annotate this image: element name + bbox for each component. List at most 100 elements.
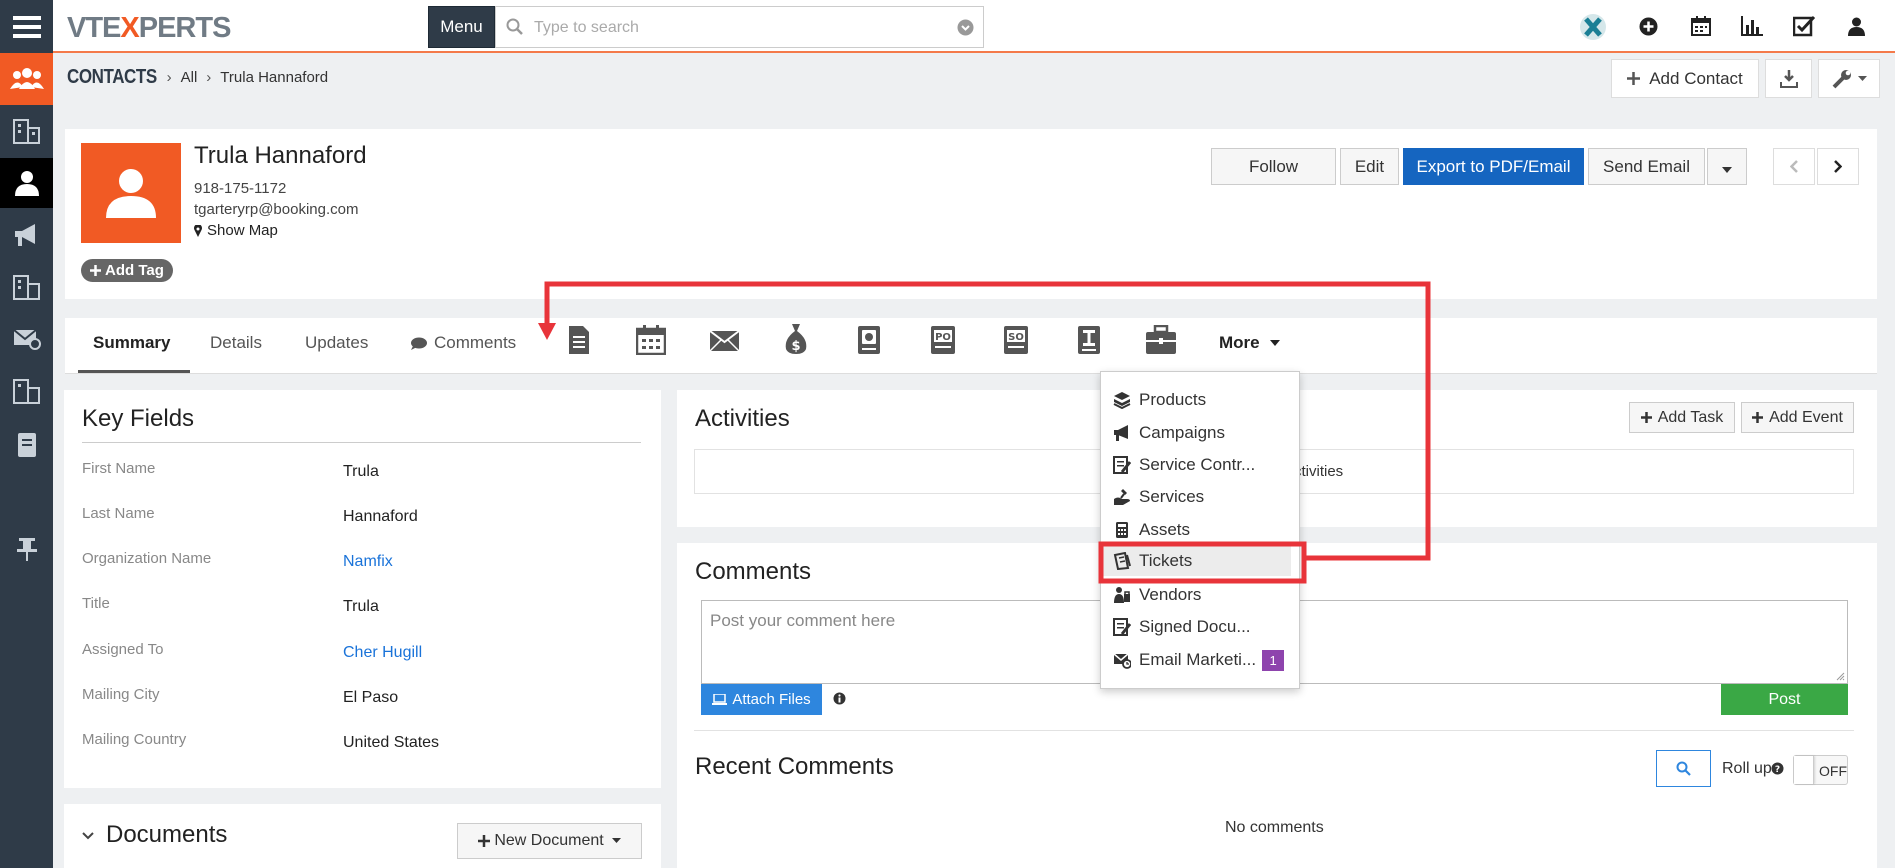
signed-documents-icon	[1113, 618, 1131, 636]
edit-button[interactable]: Edit	[1340, 148, 1399, 185]
tab-more[interactable]: More	[1219, 333, 1280, 353]
svg-text:$: $	[791, 339, 800, 354]
more-item-service-contracts[interactable]: Service Contr...	[1110, 450, 1294, 480]
search-comments-button[interactable]	[1656, 750, 1711, 787]
field-value-assigned-to-link[interactable]: Cher Hugill	[343, 644, 422, 662]
address-book-icon[interactable]	[0, 420, 53, 470]
search-placeholder: Type to search	[534, 19, 639, 36]
calendar-icon[interactable]	[1691, 16, 1711, 36]
projects-briefcase-icon[interactable]	[1145, 325, 1177, 355]
field-value-organization-link[interactable]: Namfix	[343, 553, 393, 571]
reports-chart-icon[interactable]	[1741, 16, 1763, 36]
more-item-assets[interactable]: Assets	[1110, 515, 1294, 545]
show-map-link[interactable]: Show Map	[194, 222, 278, 239]
contacts-icon[interactable]	[0, 158, 53, 208]
more-item-label: Assets	[1139, 520, 1191, 539]
field-label-mailing-country: Mailing Country	[82, 731, 187, 748]
vtexperts-x-icon[interactable]	[1578, 13, 1608, 41]
roll-up-toggle[interactable]: OFF	[1793, 755, 1848, 785]
quotes-tab-icon[interactable]	[857, 325, 881, 355]
add-contact-button[interactable]: Add Contact	[1611, 59, 1759, 98]
more-item-tickets[interactable]: Tickets	[1103, 546, 1291, 576]
more-item-campaigns[interactable]: Campaigns	[1110, 418, 1294, 448]
resize-handle-icon[interactable]	[1836, 672, 1845, 681]
caret-down-icon	[1269, 340, 1280, 346]
user-profile-icon[interactable]	[1848, 17, 1865, 36]
export-pdf-email-button[interactable]: Export to PDF/Email	[1403, 148, 1584, 185]
chevron-down-icon[interactable]	[957, 19, 974, 36]
field-value-mailing-country[interactable]: United States	[343, 734, 439, 752]
money-bag-icon[interactable]: $	[784, 323, 808, 355]
field-label-mailing-city: Mailing City	[82, 686, 160, 703]
no-comments-text: No comments	[1225, 819, 1324, 836]
menu-button[interactable]: Menu	[428, 6, 495, 48]
field-label-assigned-to: Assigned To	[82, 641, 164, 658]
previous-record-button[interactable]	[1773, 148, 1815, 185]
help-icon[interactable]: ?	[1771, 762, 1784, 775]
more-item-label: Products	[1139, 390, 1207, 409]
more-item-signed-documents[interactable]: Signed Docu...	[1110, 612, 1294, 642]
field-value-last-name[interactable]: Hannaford	[343, 508, 418, 526]
pin-icon[interactable]	[0, 524, 53, 574]
tab-details[interactable]: Details	[210, 333, 262, 353]
settings-wrench-button[interactable]	[1818, 59, 1880, 98]
send-email-button[interactable]: Send Email	[1588, 148, 1705, 185]
toggle-state: OFF	[1819, 763, 1847, 779]
field-value-first-name[interactable]: Trula	[343, 463, 379, 481]
breadcrumb-all[interactable]: All	[181, 69, 198, 86]
field-value-title[interactable]: Trula	[343, 598, 379, 616]
add-event-button[interactable]: Add Event	[1741, 402, 1854, 433]
field-value-mailing-city[interactable]: El Paso	[343, 689, 398, 707]
plus-icon	[90, 265, 102, 276]
tasks-checkbox-icon[interactable]	[1793, 15, 1815, 37]
follow-button[interactable]: Follow	[1211, 148, 1336, 185]
campaigns-icon	[1114, 425, 1128, 441]
purchase-order-icon[interactable]: PO	[930, 325, 956, 355]
info-icon[interactable]	[833, 692, 846, 705]
next-record-button[interactable]	[1817, 148, 1859, 185]
organizations-icon[interactable]	[0, 106, 53, 156]
invoice-tab-icon[interactable]	[1077, 325, 1101, 355]
more-item-label: Service Contr...	[1139, 455, 1256, 474]
documents-tab-icon[interactable]	[567, 325, 591, 355]
import-button[interactable]	[1765, 59, 1812, 98]
tab-summary[interactable]: Summary	[93, 333, 170, 353]
add-tag-button[interactable]: Add Tag	[81, 259, 173, 282]
vtexperts-logo[interactable]: VTEXPERTS	[67, 12, 231, 45]
email-settings-icon[interactable]	[0, 314, 53, 364]
attach-files-button[interactable]: Attach Files	[701, 684, 822, 715]
vendors-icon[interactable]	[0, 262, 53, 312]
contact-phone[interactable]: 918-175-1172	[194, 180, 286, 197]
vendors-icon	[1114, 587, 1130, 603]
tab-comments[interactable]: Comments	[411, 333, 516, 353]
calendar-tab-icon[interactable]	[636, 325, 666, 355]
more-actions-button[interactable]	[1707, 148, 1747, 185]
campaigns-icon[interactable]	[0, 210, 53, 260]
email-tab-icon[interactable]	[709, 330, 740, 352]
users-module-icon[interactable]	[0, 53, 53, 105]
breadcrumb-separator: ›	[166, 69, 172, 86]
sales-order-icon[interactable]: SO	[1003, 325, 1029, 355]
contact-email[interactable]: tgarteryrp@booking.com	[194, 201, 358, 218]
post-comment-button[interactable]: Post	[1721, 684, 1848, 715]
svg-text:PO: PO	[935, 332, 951, 343]
more-item-services[interactable]: Services	[1110, 482, 1294, 512]
roll-up-label: Roll up	[1722, 760, 1772, 777]
buildings-icon[interactable]	[0, 366, 53, 416]
collapse-chevron-icon[interactable]	[82, 832, 94, 840]
more-item-vendors[interactable]: Vendors	[1110, 580, 1294, 610]
more-item-products[interactable]: Products	[1110, 385, 1294, 415]
new-document-button[interactable]: New Document	[457, 823, 642, 859]
top-bar: VTEXPERTS Menu Type to search	[53, 0, 1895, 53]
quick-create-icon[interactable]	[1639, 17, 1658, 36]
divider	[694, 730, 1854, 731]
tab-updates[interactable]: Updates	[305, 333, 368, 353]
chevron-right-icon	[1834, 160, 1842, 173]
breadcrumb-module[interactable]: CONTACTS	[67, 66, 157, 89]
more-item-email-marketing[interactable]: Email Marketi... 1	[1110, 645, 1294, 675]
add-task-button[interactable]: Add Task	[1629, 402, 1735, 433]
search-icon	[506, 18, 523, 35]
search-input[interactable]: Type to search	[495, 6, 984, 48]
field-label-last-name: Last Name	[82, 505, 155, 522]
hamburger-icon[interactable]	[0, 2, 53, 52]
